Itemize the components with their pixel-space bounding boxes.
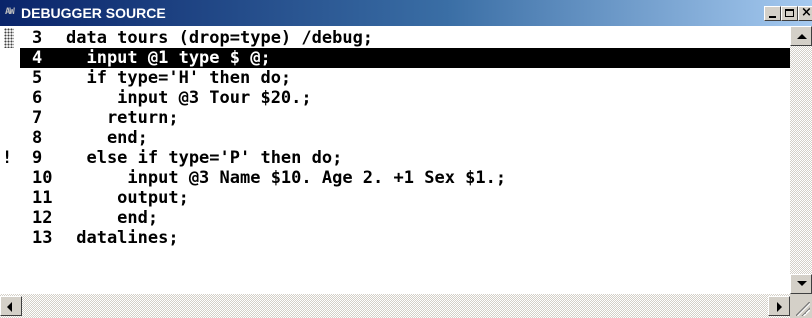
source-code-text: if type='H' then do; bbox=[66, 68, 292, 88]
scroll-left-button[interactable] bbox=[0, 296, 22, 316]
line-number: 5 bbox=[32, 68, 43, 88]
debugger-source-window: AW DEBUGGER SOURCE × 3 data tours (drop=t… bbox=[0, 0, 812, 318]
current-source-line[interactable]: 4 input @1 type $ @; bbox=[20, 48, 790, 68]
line-number: 8 bbox=[32, 128, 43, 148]
source-code-text: data tours (drop=type) /debug; bbox=[66, 28, 374, 48]
window-title: DEBUGGER SOURCE bbox=[21, 5, 166, 21]
source-line[interactable]: 6 input @3 Tour $20.; bbox=[0, 88, 790, 108]
source-code-text: input @3 Name $10. Age 2. +1 Sex $1.; bbox=[66, 168, 507, 188]
title-bar[interactable]: AW DEBUGGER SOURCE × bbox=[0, 0, 812, 26]
line-number: 6 bbox=[32, 88, 43, 108]
source-code-text: input @3 Tour $20.; bbox=[66, 88, 312, 108]
source-line[interactable]: 8 end; bbox=[0, 128, 790, 148]
scroll-up-button[interactable] bbox=[790, 26, 812, 46]
source-line[interactable]: 7 return; bbox=[0, 108, 790, 128]
scroll-right-button[interactable] bbox=[768, 296, 790, 316]
arrow-left-icon bbox=[7, 302, 12, 312]
minimize-button[interactable] bbox=[764, 6, 781, 21]
line-number: 9 bbox=[32, 148, 43, 168]
source-code-text: input @1 type $ @; bbox=[66, 48, 271, 68]
sas-debugger-icon[interactable]: AW bbox=[5, 6, 19, 19]
source-line[interactable]: ! 9 else if type='P' then do; bbox=[0, 148, 790, 168]
source-line[interactable]: 3 data tours (drop=type) /debug; bbox=[0, 28, 790, 48]
source-code-text: end; bbox=[66, 208, 159, 228]
source-code-text: return; bbox=[66, 108, 179, 128]
source-code-text: end; bbox=[66, 128, 148, 148]
source-code-pane[interactable]: 3 data tours (drop=type) /debug; 4 input @… bbox=[0, 26, 812, 294]
line-number: 10 bbox=[32, 168, 53, 188]
source-code-text: output; bbox=[66, 188, 189, 208]
source-line[interactable]: 13 datalines; bbox=[0, 228, 790, 248]
line-number: 11 bbox=[32, 188, 53, 208]
close-button[interactable]: × bbox=[798, 5, 812, 21]
horizontal-scrollbar[interactable] bbox=[0, 294, 790, 318]
resize-grip[interactable] bbox=[790, 294, 812, 318]
source-line[interactable]: 5 if type='H' then do; bbox=[0, 68, 790, 88]
scroll-down-button[interactable] bbox=[790, 274, 812, 294]
maximize-button[interactable] bbox=[781, 6, 798, 21]
source-code-text: datalines; bbox=[66, 228, 179, 248]
line-number: 12 bbox=[32, 208, 53, 228]
source-line[interactable]: 10 input @3 Name $10. Age 2. +1 Sex $1.; bbox=[0, 168, 790, 188]
vertical-scrollbar[interactable] bbox=[790, 26, 812, 294]
line-number: 13 bbox=[32, 228, 53, 248]
line-number: 4 bbox=[32, 48, 43, 68]
breakpoint-marker[interactable]: ! bbox=[2, 148, 16, 168]
line-number: 7 bbox=[32, 108, 43, 128]
minimize-icon bbox=[769, 16, 776, 18]
line-number: 3 bbox=[32, 28, 43, 48]
close-icon: × bbox=[801, 5, 812, 20]
gutter-marker-icon bbox=[4, 28, 14, 48]
source-line[interactable]: 11 output; bbox=[0, 188, 790, 208]
source-code-text: else if type='P' then do; bbox=[66, 148, 343, 168]
arrow-down-icon bbox=[797, 281, 807, 286]
maximize-icon bbox=[785, 9, 794, 17]
arrow-right-icon bbox=[777, 302, 782, 312]
arrow-up-icon bbox=[797, 34, 807, 39]
resize-grip-icon bbox=[796, 302, 810, 316]
source-line[interactable]: 12 end; bbox=[0, 208, 790, 228]
